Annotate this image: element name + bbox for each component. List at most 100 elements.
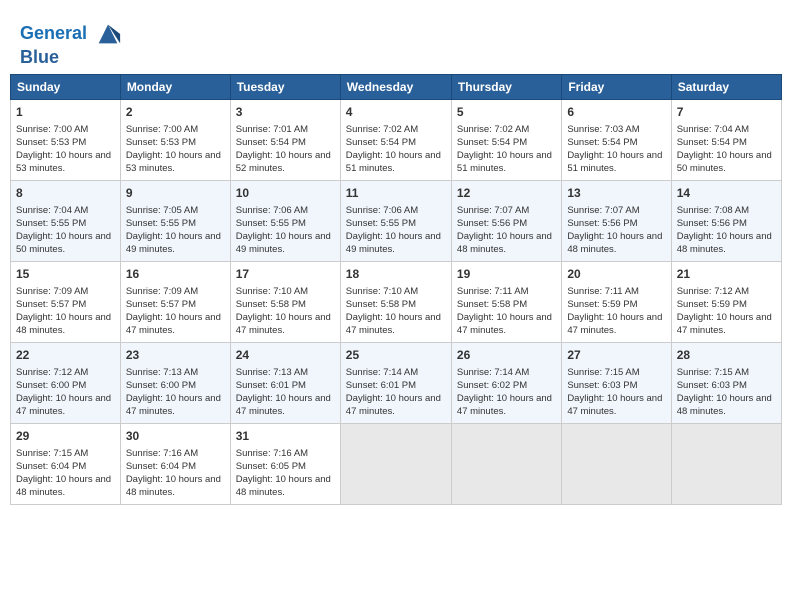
day-number: 7 [677, 104, 776, 121]
day-info: Sunrise: 7:07 AMSunset: 5:56 PMDaylight:… [567, 204, 665, 257]
calendar-cell: 29 Sunrise: 7:15 AMSunset: 6:04 PMDayligh… [11, 423, 121, 504]
logo-general: General [20, 23, 87, 43]
day-number: 13 [567, 185, 665, 202]
col-header-tuesday: Tuesday [230, 74, 340, 99]
day-info: Sunrise: 7:12 AMSunset: 6:00 PMDaylight:… [16, 366, 115, 419]
calendar-cell: 3 Sunrise: 7:01 AMSunset: 5:54 PMDaylight… [230, 99, 340, 180]
calendar-cell: 11 Sunrise: 7:06 AMSunset: 5:55 PMDayligh… [340, 180, 451, 261]
day-info: Sunrise: 7:02 AMSunset: 5:54 PMDaylight:… [457, 123, 556, 176]
day-number: 25 [346, 347, 446, 364]
day-number: 22 [16, 347, 115, 364]
calendar-cell [340, 423, 451, 504]
day-number: 20 [567, 266, 665, 283]
day-info: Sunrise: 7:04 AMSunset: 5:55 PMDaylight:… [16, 204, 115, 257]
day-number: 28 [677, 347, 776, 364]
day-info: Sunrise: 7:06 AMSunset: 5:55 PMDaylight:… [346, 204, 446, 257]
calendar-table: SundayMondayTuesdayWednesdayThursdayFrid… [10, 74, 782, 505]
calendar-cell: 1 Sunrise: 7:00 AMSunset: 5:53 PMDaylight… [11, 99, 121, 180]
page-header: General Blue [10, 10, 782, 74]
day-number: 18 [346, 266, 446, 283]
day-info: Sunrise: 7:09 AMSunset: 5:57 PMDaylight:… [126, 285, 225, 338]
day-number: 12 [457, 185, 556, 202]
day-info: Sunrise: 7:04 AMSunset: 5:54 PMDaylight:… [677, 123, 776, 176]
calendar-cell: 6 Sunrise: 7:03 AMSunset: 5:54 PMDaylight… [562, 99, 671, 180]
logo-text: General [20, 20, 122, 48]
day-number: 3 [236, 104, 335, 121]
day-info: Sunrise: 7:11 AMSunset: 5:58 PMDaylight:… [457, 285, 556, 338]
day-info: Sunrise: 7:07 AMSunset: 5:56 PMDaylight:… [457, 204, 556, 257]
day-info: Sunrise: 7:15 AMSunset: 6:04 PMDaylight:… [16, 447, 115, 500]
calendar-cell: 22 Sunrise: 7:12 AMSunset: 6:00 PMDayligh… [11, 342, 121, 423]
col-header-sunday: Sunday [11, 74, 121, 99]
calendar-cell: 24 Sunrise: 7:13 AMSunset: 6:01 PMDayligh… [230, 342, 340, 423]
logo: General Blue [20, 20, 122, 68]
day-number: 29 [16, 428, 115, 445]
day-info: Sunrise: 7:05 AMSunset: 5:55 PMDaylight:… [126, 204, 225, 257]
col-header-saturday: Saturday [671, 74, 781, 99]
calendar-cell: 25 Sunrise: 7:14 AMSunset: 6:01 PMDayligh… [340, 342, 451, 423]
day-number: 24 [236, 347, 335, 364]
day-number: 9 [126, 185, 225, 202]
calendar-cell: 23Sunrise: 7:13 AMSunset: 6:00 PMDayligh… [120, 342, 230, 423]
calendar-cell: 27 Sunrise: 7:15 AMSunset: 6:03 PMDayligh… [562, 342, 671, 423]
day-info: Sunrise: 7:03 AMSunset: 5:54 PMDaylight:… [567, 123, 665, 176]
calendar-cell [451, 423, 561, 504]
day-number: 1 [16, 104, 115, 121]
day-info: Sunrise: 7:01 AMSunset: 5:54 PMDaylight:… [236, 123, 335, 176]
day-info: Sunrise: 7:00 AMSunset: 5:53 PMDaylight:… [16, 123, 115, 176]
day-info: Sunrise: 7:08 AMSunset: 5:56 PMDaylight:… [677, 204, 776, 257]
calendar-cell: 28 Sunrise: 7:15 AMSunset: 6:03 PMDayligh… [671, 342, 781, 423]
day-info: Sunrise: 7:16 AMSunset: 6:05 PMDaylight:… [236, 447, 335, 500]
day-number: 4 [346, 104, 446, 121]
calendar-cell [562, 423, 671, 504]
calendar-cell [671, 423, 781, 504]
day-number: 19 [457, 266, 556, 283]
calendar-cell: 19 Sunrise: 7:11 AMSunset: 5:58 PMDayligh… [451, 261, 561, 342]
day-info: Sunrise: 7:06 AMSunset: 5:55 PMDaylight:… [236, 204, 335, 257]
day-info: Sunrise: 7:14 AMSunset: 6:02 PMDaylight:… [457, 366, 556, 419]
calendar-cell: 10 Sunrise: 7:06 AMSunset: 5:55 PMDayligh… [230, 180, 340, 261]
day-number: 27 [567, 347, 665, 364]
col-header-friday: Friday [562, 74, 671, 99]
day-number: 5 [457, 104, 556, 121]
day-info: Sunrise: 7:11 AMSunset: 5:59 PMDaylight:… [567, 285, 665, 338]
day-info: Sunrise: 7:12 AMSunset: 5:59 PMDaylight:… [677, 285, 776, 338]
day-info: Sunrise: 7:00 AMSunset: 5:53 PMDaylight:… [126, 123, 225, 176]
calendar-cell: 5 Sunrise: 7:02 AMSunset: 5:54 PMDaylight… [451, 99, 561, 180]
day-info: Sunrise: 7:16 AMSunset: 6:04 PMDaylight:… [126, 447, 225, 500]
day-number: 2 [126, 104, 225, 121]
logo-blue: Blue [20, 48, 122, 68]
day-info: Sunrise: 7:13 AMSunset: 6:01 PMDaylight:… [236, 366, 335, 419]
calendar-cell: 30 Sunrise: 7:16 AMSunset: 6:04 PMDayligh… [120, 423, 230, 504]
calendar-cell: 16 Sunrise: 7:09 AMSunset: 5:57 PMDayligh… [120, 261, 230, 342]
day-info: Sunrise: 7:10 AMSunset: 5:58 PMDaylight:… [236, 285, 335, 338]
calendar-cell: 12 Sunrise: 7:07 AMSunset: 5:56 PMDayligh… [451, 180, 561, 261]
day-number: 30 [126, 428, 225, 445]
day-info: Sunrise: 7:14 AMSunset: 6:01 PMDaylight:… [346, 366, 446, 419]
calendar-cell: 8Sunrise: 7:04 AMSunset: 5:55 PMDaylight… [11, 180, 121, 261]
day-info: Sunrise: 7:15 AMSunset: 6:03 PMDaylight:… [677, 366, 776, 419]
calendar-cell: 4 Sunrise: 7:02 AMSunset: 5:54 PMDaylight… [340, 99, 451, 180]
calendar-cell: 18 Sunrise: 7:10 AMSunset: 5:58 PMDayligh… [340, 261, 451, 342]
day-number: 16 [126, 266, 225, 283]
logo-icon [94, 20, 122, 48]
day-number: 6 [567, 104, 665, 121]
day-info: Sunrise: 7:02 AMSunset: 5:54 PMDaylight:… [346, 123, 446, 176]
calendar-cell: 7 Sunrise: 7:04 AMSunset: 5:54 PMDaylight… [671, 99, 781, 180]
calendar-cell: 13 Sunrise: 7:07 AMSunset: 5:56 PMDayligh… [562, 180, 671, 261]
col-header-thursday: Thursday [451, 74, 561, 99]
calendar-cell: 17Sunrise: 7:10 AMSunset: 5:58 PMDayligh… [230, 261, 340, 342]
calendar-cell: 2 Sunrise: 7:00 AMSunset: 5:53 PMDaylight… [120, 99, 230, 180]
calendar-cell: 15Sunrise: 7:09 AMSunset: 5:57 PMDayligh… [11, 261, 121, 342]
day-number: 10 [236, 185, 335, 202]
day-info: Sunrise: 7:15 AMSunset: 6:03 PMDaylight:… [567, 366, 665, 419]
day-info: Sunrise: 7:10 AMSunset: 5:58 PMDaylight:… [346, 285, 446, 338]
day-number: 14 [677, 185, 776, 202]
col-header-wednesday: Wednesday [340, 74, 451, 99]
day-number: 21 [677, 266, 776, 283]
day-number: 11 [346, 185, 446, 202]
day-number: 15 [16, 266, 115, 283]
col-header-monday: Monday [120, 74, 230, 99]
day-number: 23 [126, 347, 225, 364]
calendar-cell: 31Sunrise: 7:16 AMSunset: 6:05 PMDayligh… [230, 423, 340, 504]
